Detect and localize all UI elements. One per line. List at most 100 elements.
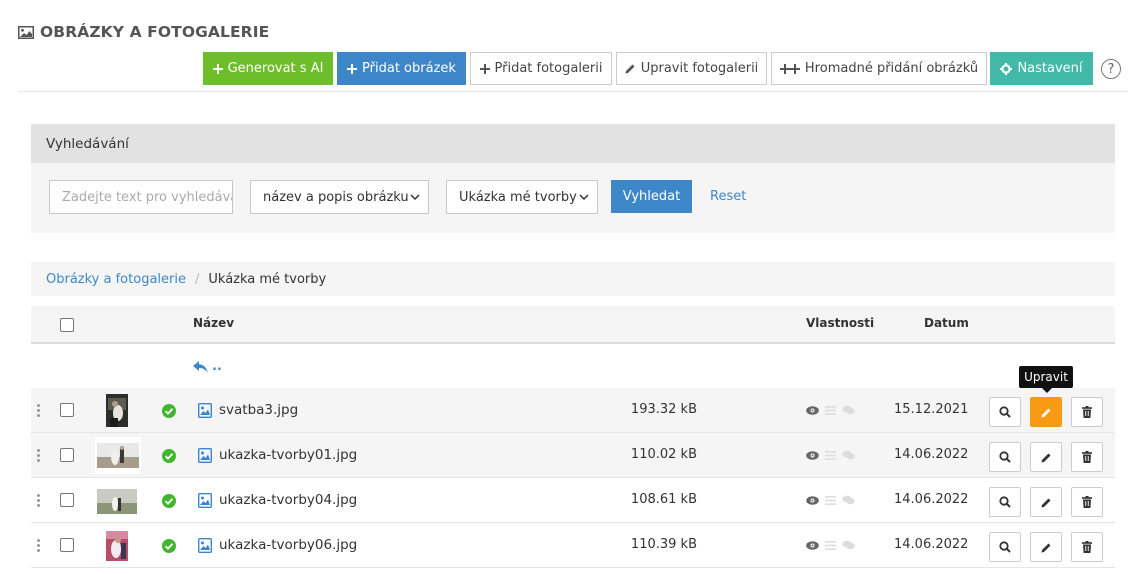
image-thumbnail[interactable] xyxy=(95,437,141,474)
drag-handle-icon[interactable] xyxy=(37,449,40,464)
eye-icon xyxy=(806,495,819,505)
comments-icon xyxy=(842,450,855,460)
search-icon xyxy=(999,406,1011,418)
eye-icon xyxy=(806,405,819,415)
check-circle-icon xyxy=(162,404,176,418)
settings-button[interactable]: Nastavení xyxy=(990,52,1093,85)
comments-icon xyxy=(842,495,855,505)
eye-icon xyxy=(806,450,819,460)
search-icon xyxy=(999,451,1011,463)
breadcrumb-separator: / xyxy=(194,271,200,287)
generate-ai-button[interactable]: Generovat s AI xyxy=(203,52,333,85)
delete-button[interactable] xyxy=(1071,442,1103,472)
pencil-icon xyxy=(1041,543,1050,552)
edit-button[interactable] xyxy=(1030,487,1062,517)
file-name[interactable]: svatba3.jpg xyxy=(219,402,298,418)
bulk-add-images-button[interactable]: Hromadné přidání obrázků xyxy=(771,52,987,85)
table-row: ukazka-tvorby01.jpg 110.02 kB 14.06.2022 xyxy=(31,433,1115,478)
check-circle-icon xyxy=(162,539,176,553)
search-icon xyxy=(999,496,1011,508)
reply-arrow-icon xyxy=(193,360,208,373)
pencil-icon xyxy=(1041,408,1050,417)
row-checkbox[interactable] xyxy=(60,493,74,507)
search-field-select[interactable]: název a popis obrázku xyxy=(250,180,429,214)
delete-button[interactable] xyxy=(1071,487,1103,517)
preview-button[interactable] xyxy=(989,487,1021,517)
row-checkbox[interactable] xyxy=(60,403,74,417)
table-row: ukazka-tvorby04.jpg 108.61 kB 14.06.2022 xyxy=(31,478,1115,523)
breadcrumb: Obrázky a fotogalerie / Ukázka mé tvorby xyxy=(31,262,1115,296)
image-file-icon xyxy=(198,403,212,418)
page-title-text: OBRÁZKY A FOTOGALERIE xyxy=(40,23,270,41)
image-file-icon xyxy=(198,493,212,508)
add-image-button[interactable]: Přidat obrázek xyxy=(337,52,466,85)
edit-button[interactable] xyxy=(1030,397,1062,427)
search-button[interactable]: Vyhledat xyxy=(611,180,692,213)
pencil-icon xyxy=(1041,498,1050,507)
add-gallery-button[interactable]: Přidat fotogalerii xyxy=(470,52,612,85)
page-title: OBRÁZKY A FOTOGALERIE xyxy=(18,21,269,43)
help-icon[interactable]: ? xyxy=(1101,59,1121,79)
chevron-down-icon xyxy=(410,194,420,201)
comments-icon xyxy=(842,540,855,550)
trash-icon xyxy=(1082,496,1092,508)
plus-icon xyxy=(479,63,490,74)
column-date[interactable]: Datum xyxy=(924,316,969,330)
preview-button[interactable] xyxy=(989,397,1021,427)
file-size: 193.32 kB xyxy=(630,402,697,417)
column-name[interactable]: Název xyxy=(193,316,234,330)
reset-link[interactable]: Reset xyxy=(710,189,746,204)
image-thumbnail[interactable] xyxy=(97,489,137,514)
trash-icon xyxy=(1082,541,1092,553)
table-row: svatba3.jpg 193.32 kB 15.12.2021 xyxy=(31,388,1115,433)
properties xyxy=(806,405,855,415)
edit-tooltip: Upravit xyxy=(1019,366,1073,393)
plus-icon xyxy=(347,63,358,74)
file-date: 15.12.2021 xyxy=(894,402,969,417)
parent-folder-link[interactable]: .. xyxy=(193,359,222,374)
list-icon xyxy=(825,495,836,505)
file-name[interactable]: ukazka-tvorby04.jpg xyxy=(219,492,357,508)
list-icon xyxy=(825,405,836,415)
row-checkbox[interactable] xyxy=(60,538,74,552)
table-header: Název Vlastnosti Datum xyxy=(31,306,1115,344)
image-thumbnail[interactable] xyxy=(106,531,128,561)
drag-handle-icon[interactable] xyxy=(37,539,40,554)
drag-handle-icon[interactable] xyxy=(37,404,40,419)
preview-button[interactable] xyxy=(989,442,1021,472)
properties xyxy=(806,495,855,505)
gallery-select[interactable]: Ukázka mé tvorby xyxy=(446,180,598,214)
image-icon xyxy=(18,25,34,39)
delete-button[interactable] xyxy=(1071,532,1103,562)
pencil-icon xyxy=(1041,453,1050,462)
file-date: 14.06.2022 xyxy=(894,537,969,552)
eye-icon xyxy=(806,540,819,550)
image-file-icon xyxy=(198,448,212,463)
properties xyxy=(806,540,855,550)
pencil-icon xyxy=(625,64,635,74)
edit-button[interactable] xyxy=(1030,442,1062,472)
properties xyxy=(806,450,855,460)
chevron-down-icon xyxy=(579,194,589,201)
edit-gallery-button[interactable]: Upravit fotogalerii xyxy=(616,52,767,85)
image-file-icon xyxy=(198,538,212,553)
list-icon xyxy=(825,450,836,460)
check-circle-icon xyxy=(162,494,176,508)
trash-icon xyxy=(1082,451,1092,463)
search-input[interactable]: Zadejte text pro vyhledávání xyxy=(49,180,233,214)
file-name[interactable]: ukazka-tvorby01.jpg xyxy=(219,447,357,463)
drag-handle-icon[interactable] xyxy=(37,494,40,509)
column-properties: Vlastnosti xyxy=(806,316,875,330)
breadcrumb-current: Ukázka mé tvorby xyxy=(208,271,327,287)
edit-button[interactable] xyxy=(1030,532,1062,562)
breadcrumb-root[interactable]: Obrázky a fotogalerie xyxy=(46,272,186,287)
delete-button[interactable] xyxy=(1071,397,1103,427)
image-thumbnail[interactable] xyxy=(106,394,128,427)
search-icon xyxy=(999,541,1011,553)
select-all-checkbox[interactable] xyxy=(60,318,74,332)
table-row: ukazka-tvorby06.jpg 110.39 kB 14.06.2022 xyxy=(31,523,1115,568)
row-checkbox[interactable] xyxy=(60,448,74,462)
file-name[interactable]: ukazka-tvorby06.jpg xyxy=(219,537,357,553)
preview-button[interactable] xyxy=(989,532,1021,562)
file-date: 14.06.2022 xyxy=(894,492,969,507)
